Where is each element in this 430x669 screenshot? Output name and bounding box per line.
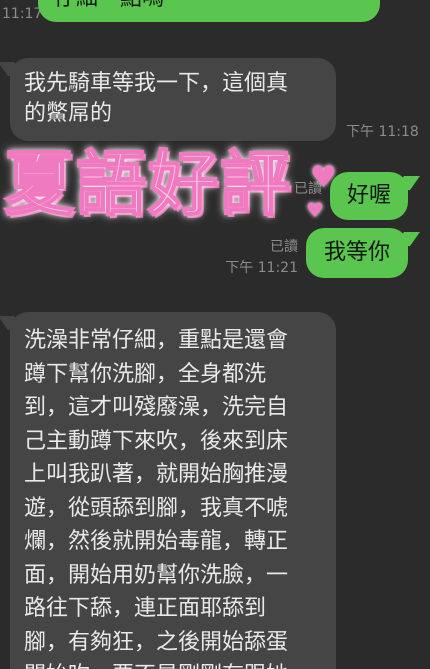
outgoing-message-bubble[interactable]: 好喔 (330, 172, 408, 220)
top-message-time: 11:17 (2, 6, 43, 22)
message-time: 下午 11:18 (346, 124, 419, 140)
message-line: 己主動蹲下來吹，後來到床 (24, 428, 289, 454)
message-text: 好喔 (346, 183, 391, 208)
message-time: 下午 11:21 (225, 260, 298, 276)
message-line: 的鱉屌的 (24, 101, 113, 126)
message-line: 爛，然後就開始毒龍，轉正 (24, 529, 289, 554)
message-line: 腳，有夠狂，之後開始舔蛋 (24, 629, 289, 655)
message-line: 我先騎車等我一下，這個真 (24, 71, 289, 96)
heart-icon: ♥ (306, 198, 324, 222)
incoming-message-bubble[interactable]: 洗澡非常仔細，重點是還會 蹲下幫你洗腳，全身都洗 到，這才叫殘廢澡，洗完自 己主… (10, 312, 336, 669)
message-line: 蹲下幫你洗腳，全身都洗 (24, 361, 267, 387)
top-partial-bubble[interactable]: 仔細一點嗎 (38, 0, 380, 22)
message-line: 上叫我趴著，就開始胸推漫 (24, 462, 289, 487)
outgoing-message-bubble[interactable]: 我等你 (306, 228, 408, 278)
top-partial-text: 仔細一點嗎 (54, 0, 164, 11)
overlay-title: 夏語好評 (3, 142, 292, 226)
message-line: 洗澡非常仔細，重點是還會 (24, 328, 289, 353)
chat-thread: 11:17 仔細一點嗎 我先騎車等我一下，這個真 的鱉屌的 下午 11:18 已… (0, 0, 430, 669)
heart-icon: ♥ (310, 160, 337, 195)
incoming-message-bubble[interactable]: 我先騎車等我一下，這個真 的鱉屌的 (10, 58, 336, 141)
message-line: 到，這才叫殘廢澡，洗完自 (24, 395, 289, 420)
message-line: 面，開始用奶幫你洗臉，一 (24, 562, 289, 588)
message-line: 開始吹，要不是剛剛有跟她 (24, 659, 322, 669)
message-text: 我等你 (323, 240, 390, 265)
message-line: 遊，從頭舔到腳，我真不唬 (24, 495, 289, 521)
message-line: 路往下舔，連正面耶舔到 (24, 596, 267, 621)
read-receipt: 已讀 (270, 239, 298, 255)
